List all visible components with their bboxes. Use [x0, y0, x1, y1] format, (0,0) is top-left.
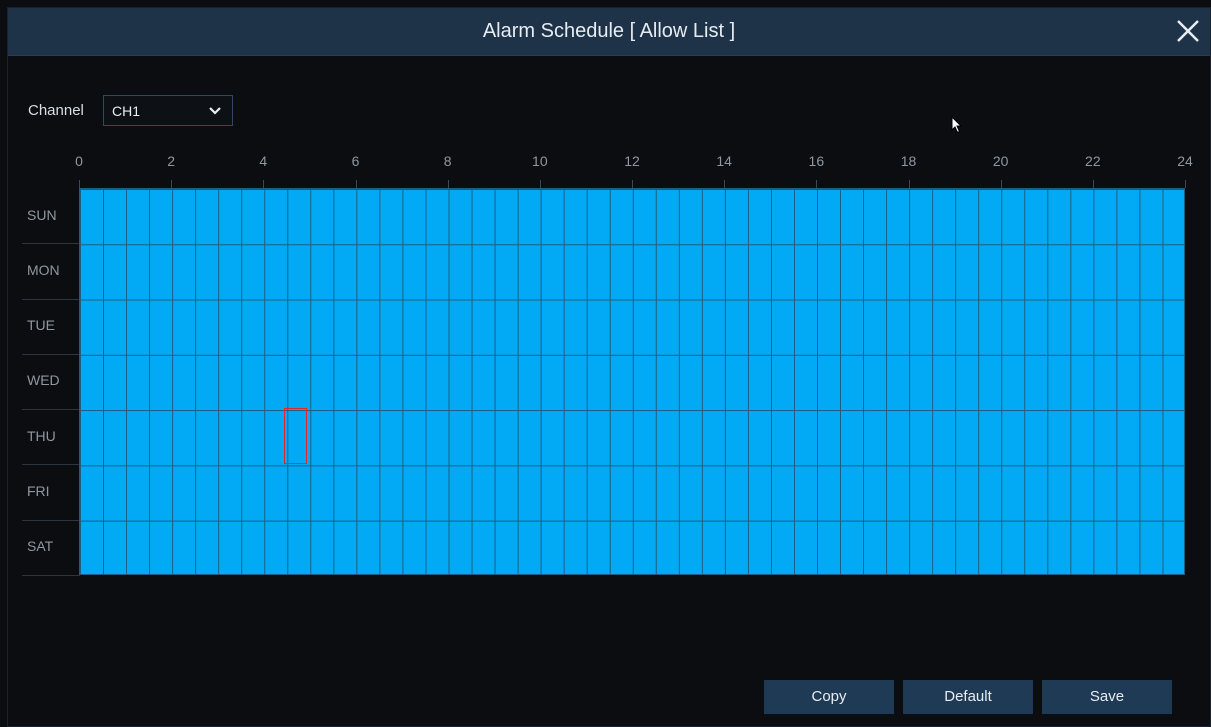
- close-button[interactable]: [1174, 17, 1202, 45]
- hour-label: 18: [900, 153, 917, 169]
- hour-tick: [632, 180, 633, 188]
- chevron-down-icon: [209, 107, 221, 115]
- schedule-grid[interactable]: [79, 188, 1185, 575]
- day-divider: [22, 464, 80, 466]
- day-label-fri: FRI: [27, 483, 50, 500]
- dialog-title: Alarm Schedule [ Allow List ]: [482, 20, 736, 42]
- day-divider: [22, 243, 80, 245]
- channel-select[interactable]: CH1: [103, 95, 233, 126]
- hour-label: 4: [259, 153, 268, 169]
- alarm-schedule-dialog: Alarm Schedule [ Allow List ] Channel CH…: [7, 7, 1211, 727]
- day-label-thu: THU: [27, 427, 56, 444]
- day-divider: [22, 519, 80, 521]
- copy-button[interactable]: Copy: [764, 680, 894, 714]
- hour-label: 8: [443, 153, 452, 169]
- day-label-tue: TUE: [27, 317, 55, 334]
- hour-label: 24: [1177, 153, 1193, 169]
- default-button[interactable]: Default: [903, 680, 1033, 714]
- hour-label: 16: [808, 153, 825, 169]
- hour-tick: [171, 180, 173, 188]
- selected-time-slot[interactable]: [284, 408, 307, 464]
- mouse-cursor-icon: [951, 116, 963, 134]
- day-label-mon: MON: [27, 261, 60, 278]
- hour-tick: [816, 180, 818, 188]
- hour-tick: [724, 180, 726, 188]
- save-button[interactable]: Save: [1042, 680, 1172, 714]
- hour-label: 12: [624, 153, 640, 169]
- day-label-sun: SUN: [27, 206, 57, 223]
- hour-label: 10: [532, 153, 548, 169]
- hour-tick: [79, 180, 80, 188]
- hour-tick: [263, 180, 265, 188]
- hour-tick: [539, 180, 541, 188]
- hour-label: 0: [75, 153, 83, 169]
- channel-label: Channel: [28, 102, 84, 119]
- hour-tick: [908, 180, 910, 188]
- close-icon: [1177, 20, 1199, 42]
- hour-tick: [1092, 180, 1094, 188]
- hour-label: 22: [1085, 153, 1101, 169]
- hour-tick: [1000, 180, 1002, 188]
- day-divider: [22, 574, 80, 576]
- title-bar: Alarm Schedule [ Allow List ]: [8, 8, 1210, 56]
- hour-label: 14: [716, 153, 732, 169]
- hour-tick: [447, 180, 449, 188]
- day-divider: [22, 298, 80, 300]
- hour-label: 2: [167, 153, 176, 169]
- day-label-wed: WED: [27, 372, 60, 389]
- day-divider: [22, 409, 80, 411]
- hour-tick: [1185, 180, 1186, 188]
- day-label-sat: SAT: [27, 538, 54, 555]
- hour-label: 6: [351, 153, 360, 169]
- day-divider: [22, 353, 80, 355]
- channel-value: CH1: [112, 103, 141, 119]
- hour-label: 20: [992, 153, 1009, 169]
- hour-tick: [355, 180, 357, 188]
